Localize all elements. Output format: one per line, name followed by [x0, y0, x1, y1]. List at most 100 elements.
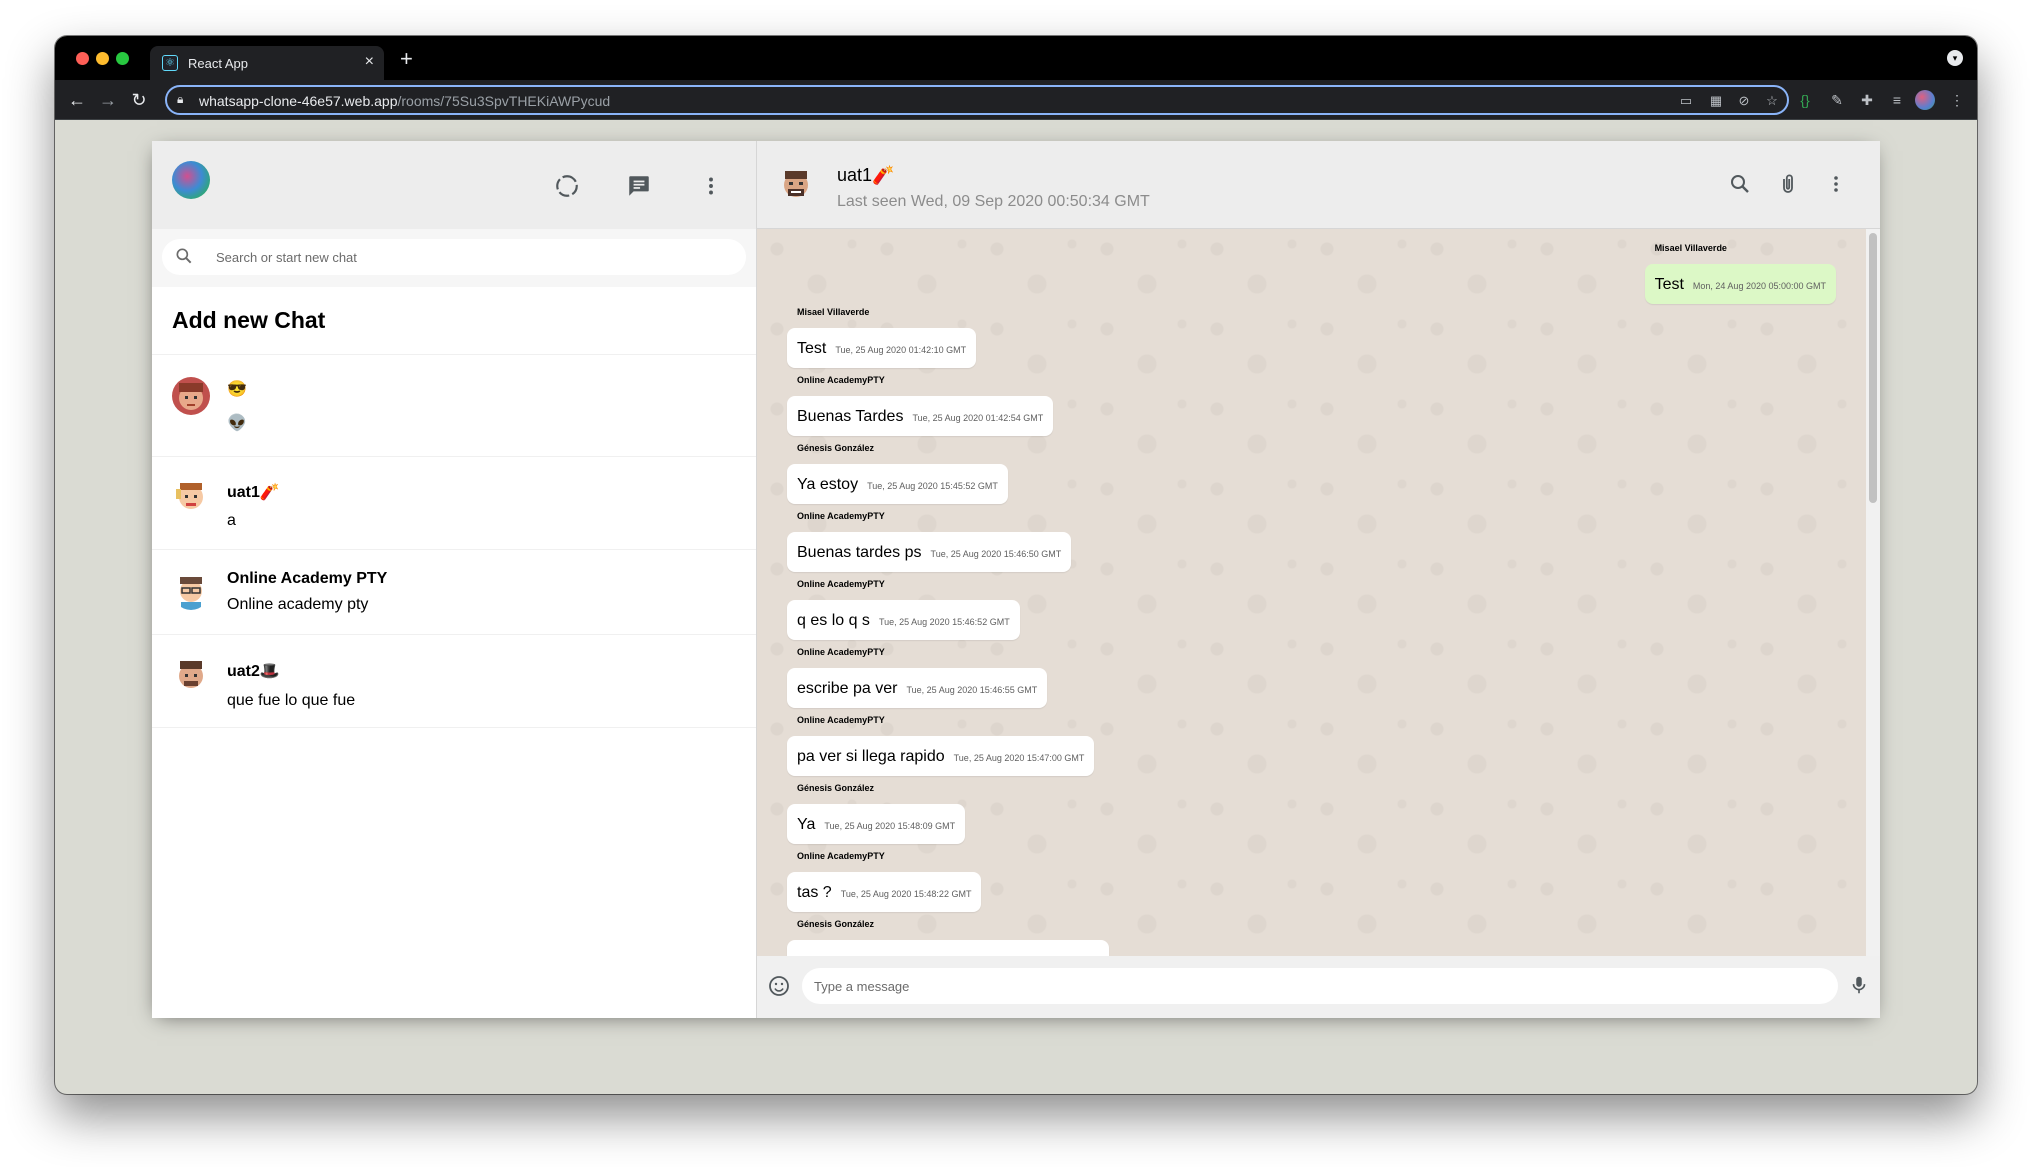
message-sender: Online AcademyPTY	[797, 511, 885, 521]
message-bubble: Online AcademyPTY Buenas Tardes Tue, 25 A…	[787, 375, 1054, 436]
search-container	[152, 229, 756, 287]
message-sender: Misael Villaverde	[797, 307, 870, 317]
sidebar: Add new Chat 😎 👽 uat1🧨 a On	[152, 141, 757, 1018]
message-time: Mon, 24 Aug 2020 05:00:00 GMT	[1692, 281, 1826, 291]
message-bubble: Génesis González Ya Tue, 25 Aug 2020 15:4…	[787, 783, 966, 844]
search-box	[162, 239, 746, 275]
react-logo-icon: ⚛	[162, 55, 178, 71]
close-window-button[interactable]	[76, 52, 89, 65]
message-sender: Online AcademyPTY	[797, 375, 885, 385]
message-text: Ya estoy	[797, 476, 859, 493]
emoji-icon[interactable]	[767, 974, 791, 998]
message-time: Tue, 25 Aug 2020 15:45:52 GMT	[867, 481, 998, 491]
chat-last-message: que fue lo que fue	[227, 692, 356, 709]
tab-title: React App	[188, 56, 248, 71]
bookmark-star-icon[interactable]: ☆	[1763, 92, 1781, 110]
eye-off-icon[interactable]: ⊘	[1735, 92, 1753, 110]
message-text: Test	[797, 340, 827, 357]
tab-close-icon[interactable]: ×	[365, 52, 374, 72]
message-sender: Online AcademyPTY	[797, 647, 885, 657]
message-text: Ya	[797, 816, 816, 833]
message-text: q es lo q s	[797, 612, 870, 629]
forward-icon[interactable]: →	[96, 88, 120, 112]
maximize-window-button[interactable]	[116, 52, 129, 65]
scrollbar-thumb[interactable]	[1869, 233, 1877, 503]
attach-icon[interactable]	[1775, 172, 1801, 198]
message-text: Buenas Tardes	[797, 408, 904, 425]
message-bubble-sent: Misael Villaverde Test Mon, 24 Aug 2020 0…	[1644, 243, 1836, 304]
last-seen-text: Last seen Wed, 09 Sep 2020 00:50:34 GMT	[837, 193, 1150, 210]
message-input[interactable]	[814, 968, 1814, 1004]
address-bar[interactable]: 🔒︎ whatsapp-clone-46e57.web.app/rooms/75…	[165, 85, 1789, 115]
url-text: whatsapp-clone-46e57.web.app/rooms/75Su3…	[199, 93, 611, 109]
chat-list-item[interactable]: uat2🎩 que fue lo que fue	[152, 635, 756, 728]
mic-icon[interactable]	[1848, 972, 1870, 998]
chat-list-item[interactable]: Online Academy PTY Online academy pty	[152, 550, 756, 635]
message-bubble: Online AcademyPTY q es lo q s Tue, 25 Aug…	[787, 579, 1020, 640]
reload-icon[interactable]: ↻	[127, 88, 151, 112]
browser-tab[interactable]: ⚛ React App ×	[150, 46, 384, 80]
message-bubble: Online AcademyPTY escribe pa ver Tue, 25 …	[787, 647, 1048, 708]
more-vert-icon[interactable]	[1823, 172, 1849, 198]
extensions-puzzle-icon[interactable]: ✚	[1857, 90, 1877, 110]
message-bubble: Online AcademyPTY pa ver si llega rapido…	[787, 715, 1095, 776]
sidebar-header	[152, 141, 756, 229]
minimize-window-button[interactable]	[96, 52, 109, 65]
message-text: Buenas tardes ps	[797, 544, 922, 561]
search-input[interactable]	[216, 239, 696, 275]
qr-code-icon[interactable]: ▦	[1707, 92, 1725, 110]
chat-list-item[interactable]: 😎 👽	[152, 355, 756, 457]
profile-avatar[interactable]	[1915, 90, 1935, 110]
extension-json-icon[interactable]: {}	[1795, 90, 1815, 110]
message-composer	[757, 956, 1880, 1018]
browser-window: ⚛ React App × + ▾ ← → ↻ 🔒︎ whatsapp-clon…	[55, 36, 1977, 1094]
new-tab-button[interactable]: +	[400, 47, 413, 71]
message-sender: Misael Villaverde	[1654, 243, 1727, 253]
chat-list-item[interactable]: uat1🧨 a	[152, 457, 756, 550]
message-text: Test	[1654, 276, 1684, 293]
chat-scrollbar[interactable]	[1866, 229, 1880, 956]
chat-last-message: Online academy pty	[227, 596, 369, 613]
message-sender: Génesis González	[797, 919, 875, 929]
message-sender: Online AcademyPTY	[797, 851, 885, 861]
whatsapp-app: Add new Chat 😎 👽 uat1🧨 a On	[152, 141, 1880, 1018]
tab-search-icon[interactable]: ▾	[1947, 50, 1963, 66]
message-text: escribe pa ver	[797, 680, 898, 697]
chat-name: uat2🎩	[227, 663, 280, 680]
more-vert-icon[interactable]	[698, 173, 724, 199]
chat-name: 😎	[227, 381, 247, 398]
chat-header: uat1🧨 Last seen Wed, 09 Sep 2020 00:50:3…	[757, 141, 1880, 229]
message-bubble: Online AcademyPTY tas ? Tue, 25 Aug 2020 …	[787, 851, 982, 912]
extension-eyedropper-icon[interactable]: ✎	[1827, 90, 1847, 110]
avatar	[172, 377, 210, 415]
reading-list-icon[interactable]: ≡	[1887, 90, 1907, 110]
message-input-box	[802, 968, 1838, 1004]
chat-name: uat1🧨	[227, 484, 280, 501]
back-icon[interactable]: ←	[65, 88, 89, 112]
chat-body[interactable]: Misael Villaverde Test Mon, 24 Aug 2020 0…	[757, 229, 1880, 956]
message-time: Tue, 25 Aug 2020 15:46:55 GMT	[906, 685, 1038, 695]
message-sender: Génesis González	[797, 783, 875, 793]
message-time: Tue, 25 Aug 2020 15:46:50 GMT	[930, 549, 1062, 559]
message-icon[interactable]	[626, 173, 652, 199]
message-time: Tue, 25 Aug 2020 15:48:09 GMT	[824, 821, 956, 831]
message-time: Tue, 25 Aug 2020 15:46:52 GMT	[878, 617, 1010, 627]
chat-name: Online Academy PTY	[227, 570, 388, 587]
avatar[interactable]	[777, 166, 815, 204]
message-time: Tue, 25 Aug 2020 01:42:10 GMT	[835, 345, 967, 355]
browser-menu-icon[interactable]: ⋮	[1947, 90, 1967, 110]
chat-last-message: 👽	[227, 415, 247, 432]
message-time: Tue, 25 Aug 2020 01:42:54 GMT	[912, 413, 1044, 423]
browser-toolbar: ← → ↻ 🔒︎ whatsapp-clone-46e57.web.app/ro…	[55, 80, 1977, 120]
avatar	[172, 656, 210, 694]
message-text: tas ?	[797, 884, 832, 901]
message-bubble: Online AcademyPTY Buenas tardes ps Tue, 2…	[787, 511, 1072, 572]
cast-icon[interactable]: ▭	[1677, 92, 1695, 110]
avatar[interactable]	[172, 161, 210, 199]
chat-last-message: a	[227, 512, 236, 529]
status-icon[interactable]	[554, 173, 580, 199]
chat-panel: uat1🧨 Last seen Wed, 09 Sep 2020 00:50:3…	[757, 141, 1880, 1018]
search-icon[interactable]	[1727, 172, 1753, 198]
add-new-chat[interactable]: Add new Chat	[152, 287, 756, 355]
message-sender: Online AcademyPTY	[797, 715, 885, 725]
